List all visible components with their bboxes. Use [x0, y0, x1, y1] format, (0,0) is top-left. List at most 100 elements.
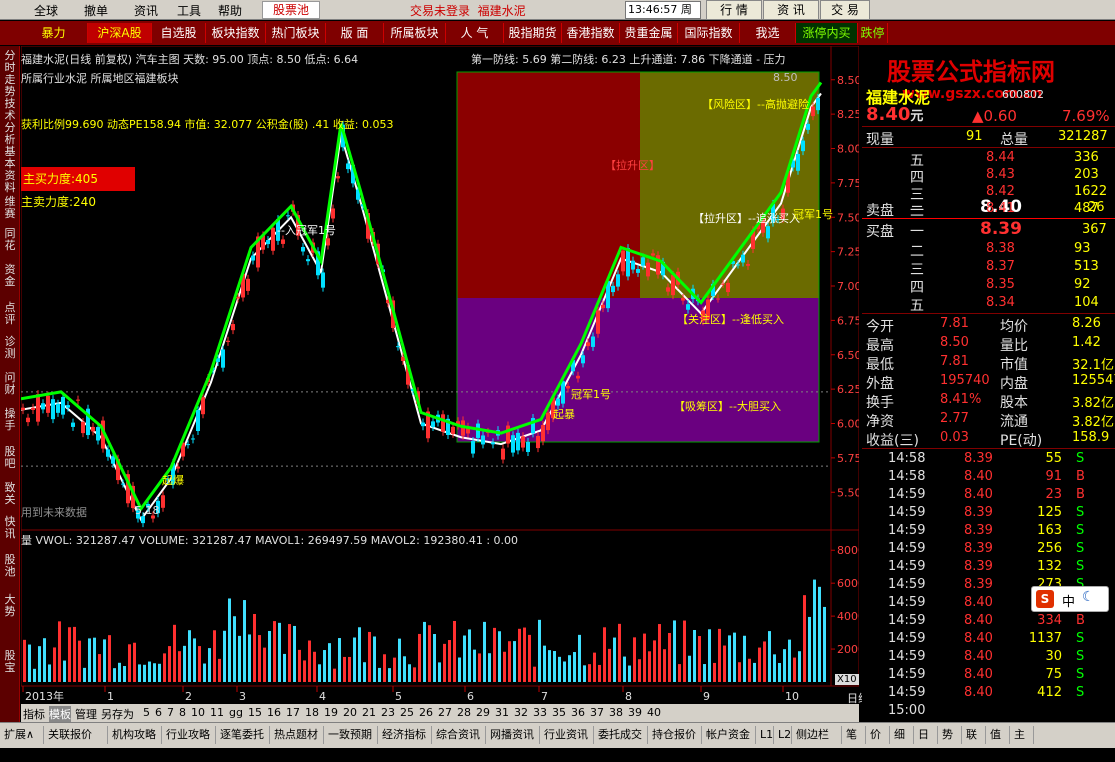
- indicator-tab[interactable]: 36: [571, 706, 585, 719]
- indicator-tab[interactable]: 37: [590, 706, 604, 719]
- indicator-tab[interactable]: 18: [305, 706, 319, 719]
- tab-my-pick[interactable]: 我选: [740, 23, 796, 43]
- tab-limit-up[interactable]: 涨停内买: [796, 23, 858, 43]
- news-button[interactable]: 资 讯: [763, 0, 819, 20]
- bid1-price[interactable]: 8.39: [980, 219, 1022, 239]
- function-tab[interactable]: 一致预期: [324, 726, 378, 744]
- function-tab[interactable]: 日: [914, 726, 938, 744]
- function-tab[interactable]: 机构攻略: [108, 726, 162, 744]
- tab-hk-index[interactable]: 香港指数: [562, 23, 620, 43]
- sidebar-item[interactable]: 问财: [2, 372, 18, 396]
- tab-index-futures[interactable]: 股指期货: [504, 23, 562, 43]
- indicator-tab[interactable]: 7: [167, 706, 174, 719]
- sidebar-item[interactable]: 资金: [2, 264, 18, 288]
- indicator-tab[interactable]: 另存为: [101, 706, 134, 722]
- bid-price[interactable]: 8.34: [986, 295, 1015, 310]
- indicator-tab[interactable]: 28: [457, 706, 471, 719]
- indicator-tab[interactable]: 32: [514, 706, 528, 719]
- indicator-tab[interactable]: 10: [191, 706, 205, 719]
- indicator-tab[interactable]: 17: [286, 706, 300, 719]
- stock-pool-button[interactable]: 股票池: [262, 1, 320, 19]
- tab-hot-sector[interactable]: 热门板块: [266, 23, 326, 43]
- indicator-tab[interactable]: 25: [400, 706, 414, 719]
- indicator-tab[interactable]: 40: [647, 706, 661, 719]
- tab-limit-down[interactable]: 跌停: [858, 23, 888, 43]
- indicator-tab[interactable]: 15: [248, 706, 262, 719]
- function-tab[interactable]: 逐笔委托: [216, 726, 270, 744]
- indicator-tab[interactable]: 39: [628, 706, 642, 719]
- indicator-tab[interactable]: 23: [381, 706, 395, 719]
- function-tab[interactable]: L2: [774, 726, 792, 744]
- tab-popularity[interactable]: 人 气: [446, 23, 504, 43]
- sidebar-item[interactable]: 股吧: [2, 446, 18, 470]
- indicator-tab[interactable]: 模板: [49, 706, 71, 722]
- function-tab[interactable]: 扩展∧: [0, 726, 44, 744]
- sidebar-item[interactable]: 大势: [2, 594, 18, 618]
- indicator-tab[interactable]: 20: [343, 706, 357, 719]
- sidebar-item[interactable]: 股池: [2, 554, 18, 578]
- menu-global[interactable]: 全球: [34, 2, 58, 19]
- function-tab[interactable]: 价: [866, 726, 890, 744]
- ime-indicator[interactable]: S 中 ☾: [1031, 586, 1109, 612]
- function-tab[interactable]: 细: [890, 726, 914, 744]
- function-tab[interactable]: 势: [938, 726, 962, 744]
- tab-watchlist[interactable]: 自选股: [152, 23, 206, 43]
- sidebar-item[interactable]: 点评: [2, 302, 18, 326]
- x10-button[interactable]: X10: [835, 674, 859, 685]
- menu-help[interactable]: 帮助: [218, 2, 242, 19]
- tab-layout[interactable]: 版 面: [326, 23, 384, 43]
- function-tab[interactable]: 主: [1010, 726, 1034, 744]
- sidebar-item[interactable]: 基本资料: [2, 146, 18, 194]
- function-tab[interactable]: 网播资讯: [486, 726, 540, 744]
- indicator-tab[interactable]: 21: [362, 706, 376, 719]
- menu-tools[interactable]: 工具: [177, 2, 201, 19]
- function-tab[interactable]: 关联报价: [44, 726, 108, 744]
- indicator-tab[interactable]: 35: [552, 706, 566, 719]
- sidebar-item[interactable]: 同花: [2, 228, 18, 252]
- tab-hushen-a[interactable]: 沪深A股: [88, 23, 152, 43]
- indicator-tab[interactable]: 29: [476, 706, 490, 719]
- menu-cancel-order[interactable]: 撤单: [84, 2, 108, 19]
- function-tab[interactable]: 经济指标: [378, 726, 432, 744]
- function-tab[interactable]: 行业资讯: [540, 726, 594, 744]
- tab-precious-metals[interactable]: 贵重金属: [620, 23, 678, 43]
- tab-baoli[interactable]: 暴力: [20, 23, 88, 43]
- ask-price[interactable]: 8.44: [986, 150, 1015, 165]
- indicator-tab[interactable]: 26: [419, 706, 433, 719]
- trade-button[interactable]: 交 易: [820, 0, 870, 20]
- function-tab[interactable]: 联: [962, 726, 986, 744]
- function-tab[interactable]: 综合资讯: [432, 726, 486, 744]
- sidebar-item[interactable]: 股宝: [2, 650, 18, 674]
- function-tab[interactable]: 帐户资金: [702, 726, 756, 744]
- bid-price[interactable]: 8.35: [986, 277, 1015, 292]
- indicator-tab[interactable]: 5: [143, 706, 150, 719]
- bid-price[interactable]: 8.38: [986, 241, 1015, 256]
- sidebar-item[interactable]: 诊测: [2, 336, 18, 360]
- function-tab[interactable]: 笔: [842, 726, 866, 744]
- indicator-tab[interactable]: 6: [155, 706, 162, 719]
- bid-price[interactable]: 8.37: [986, 259, 1015, 274]
- function-tab[interactable]: 委托成交: [594, 726, 648, 744]
- sidebar-item[interactable]: 快讯: [2, 516, 18, 540]
- indicator-tab[interactable]: 指标: [23, 706, 45, 722]
- indicator-tab[interactable]: 管理: [75, 706, 97, 722]
- ask-price[interactable]: 8.42: [986, 184, 1015, 199]
- sidebar-item[interactable]: 操手: [2, 408, 18, 432]
- indicator-tab[interactable]: 8: [179, 706, 186, 719]
- sidebar-item[interactable]: 维赛: [2, 196, 18, 220]
- tab-sector-index[interactable]: 板块指数: [206, 23, 266, 43]
- tab-own-sector[interactable]: 所属板块: [384, 23, 446, 43]
- indicator-tab[interactable]: 33: [533, 706, 547, 719]
- login-status[interactable]: 交易未登录 福建水泥: [410, 2, 526, 19]
- function-tab[interactable]: L1: [756, 726, 774, 744]
- indicator-tab[interactable]: 27: [438, 706, 452, 719]
- function-tab[interactable]: 行业攻略: [162, 726, 216, 744]
- function-tab[interactable]: 值: [986, 726, 1010, 744]
- function-tab[interactable]: 热点题材: [270, 726, 324, 744]
- quote-button[interactable]: 行 情: [706, 0, 762, 20]
- ask-price[interactable]: 8.43: [986, 167, 1015, 182]
- indicator-tab[interactable]: gg: [229, 706, 243, 719]
- indicator-tab[interactable]: 11: [210, 706, 224, 719]
- sidebar-item[interactable]: 致关: [2, 482, 18, 506]
- tab-intl-index[interactable]: 国际指数: [678, 23, 740, 43]
